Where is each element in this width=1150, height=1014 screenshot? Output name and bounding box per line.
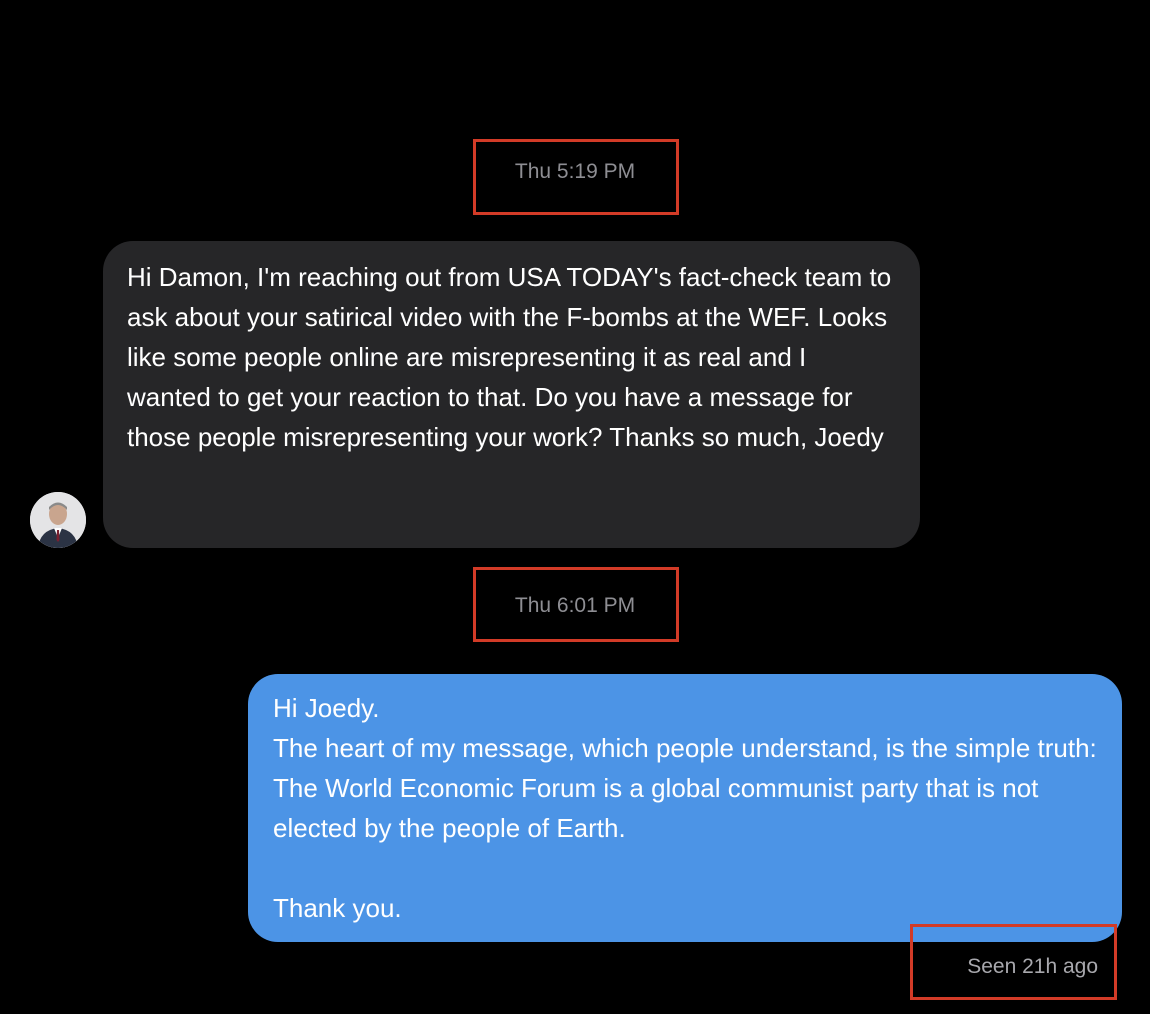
sender-avatar[interactable]: [30, 492, 86, 548]
highlight-box-timestamp-1: [473, 139, 679, 215]
outgoing-message-bubble[interactable]: Hi Joedy. The heart of my message, which…: [248, 674, 1122, 942]
person-avatar-icon: [30, 492, 86, 548]
incoming-message-bubble[interactable]: Hi Damon, I'm reaching out from USA TODA…: [103, 241, 920, 548]
highlight-box-seen-status: [910, 924, 1117, 1000]
highlight-box-timestamp-2: [473, 567, 679, 642]
